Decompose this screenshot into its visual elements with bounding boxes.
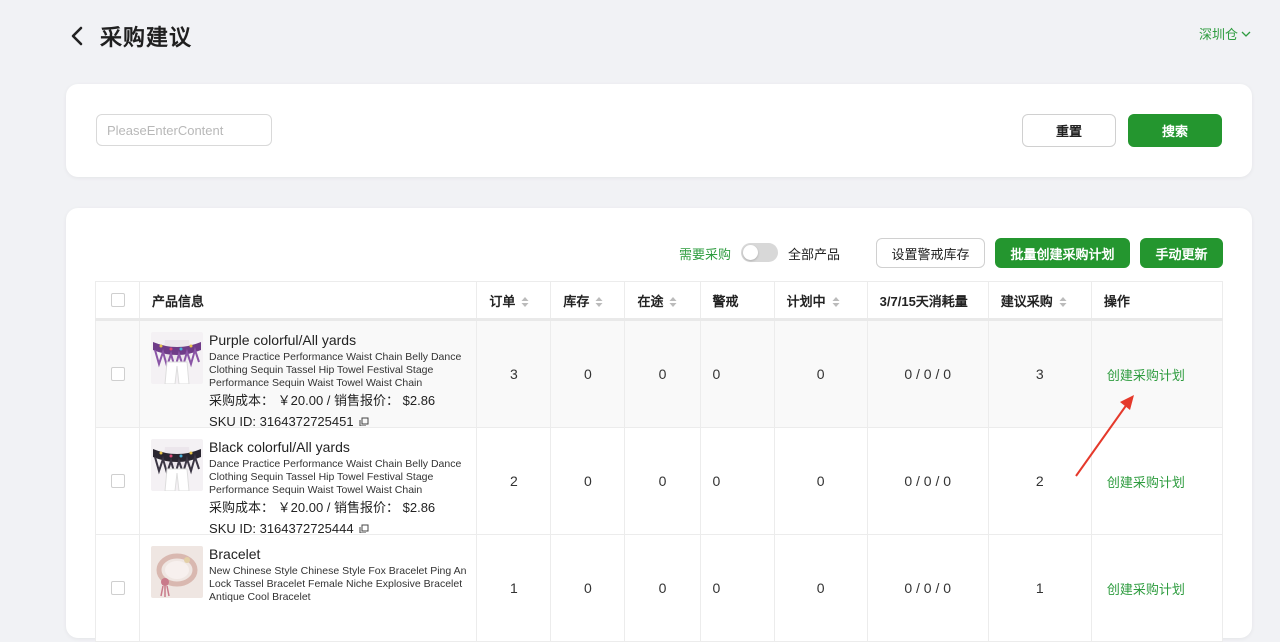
product-cost: 采购成本： ￥20.00 / 销售报价： $2.86 [209, 499, 436, 515]
stock-cell: 0 [550, 319, 626, 428]
consumption-cell: 0 / 0 / 0 [866, 427, 989, 535]
product-thumbnail [151, 439, 204, 491]
column-header: 产品信息 [139, 281, 478, 321]
create-plan-link[interactable]: 创建采购计划 [1093, 475, 1185, 490]
sku-text: SKU ID: 3164372725444 [209, 521, 354, 533]
suggested-cell: 1 [987, 534, 1092, 642]
product-description: Dance Practice Performance Waist Chain B… [209, 350, 462, 389]
manual-update-button[interactable]: 手动更新 [1140, 238, 1223, 268]
sort-icon[interactable] [1059, 296, 1067, 308]
purchase-filter-toggle[interactable] [741, 243, 778, 262]
transit-cell: 0 [624, 534, 701, 642]
product-description: New Chinese Style Chinese Style Fox Brac… [209, 564, 467, 603]
alert-cell: 0 [699, 427, 775, 535]
table-row: Purple colorful/All yards Dance Practice… [94, 319, 1224, 428]
stock-cell: 0 [550, 427, 626, 535]
sku-text: SKU ID: 3164372725451 [209, 414, 354, 426]
column-header-suggested[interactable]: 建议采购 [987, 281, 1092, 321]
product-info: Purple colorful/All yards Dance Practice… [141, 322, 475, 426]
search-input[interactable] [96, 114, 272, 146]
product-name: Black colorful/All yards [209, 439, 350, 455]
product-info: Black colorful/All yards Dance Practice … [141, 429, 475, 533]
select-all-checkbox[interactable] [110, 293, 125, 307]
suggested-cell: 3 [987, 319, 1092, 428]
sort-icon[interactable] [521, 296, 529, 308]
page-title: 采购建议 [100, 25, 193, 50]
table-row: Bracelet New Chinese Style Chinese Style… [94, 534, 1224, 642]
all-products-label: 全部产品 [788, 247, 841, 262]
planned-cell: 0 [773, 534, 868, 642]
sort-icon[interactable] [832, 296, 840, 308]
product-name: Bracelet [209, 546, 261, 562]
row-checkbox[interactable] [110, 474, 125, 488]
create-plan-link[interactable]: 创建采购计划 [1093, 582, 1185, 597]
consumption-cell: 0 / 0 / 0 [866, 534, 989, 642]
top-bar: 采购建议 深圳仓 [0, 0, 1280, 70]
alert-cell: 0 [699, 319, 775, 428]
column-header-action: 操作 [1090, 281, 1224, 321]
column-header-transit[interactable]: 在途 [624, 281, 701, 321]
column-header-consumption: 3/7/15天消耗量 [866, 281, 989, 321]
batch-create-plan-button[interactable]: 批量创建采购计划 [995, 238, 1130, 268]
back-arrow-icon[interactable] [68, 24, 88, 48]
chevron-down-icon [1241, 31, 1251, 37]
warehouse-selector[interactable]: 深圳仓 [1199, 24, 1252, 43]
column-header-planned[interactable]: 计划中 [773, 281, 868, 321]
set-alert-stock-button[interactable]: 设置警戒库存 [876, 238, 985, 268]
row-checkbox[interactable] [110, 581, 125, 595]
toggle-knob [743, 245, 758, 260]
transit-cell: 0 [624, 427, 701, 535]
planned-cell: 0 [773, 427, 868, 535]
suggestion-table: 产品信息 订单 库存 在途 警戒 计划中 3/7/15天消耗量 建议采购 操作 [94, 281, 1224, 642]
column-header-stock[interactable]: 库存 [550, 281, 626, 321]
consumption-cell: 0 / 0 / 0 [866, 319, 989, 428]
orders-cell: 3 [476, 319, 552, 428]
product-info: Bracelet New Chinese Style Chinese Style… [141, 536, 475, 640]
suggestion-table-panel: 需要采购 全部产品 设置警戒库存 批量创建采购计划 手动更新 产品信息 订单 库… [66, 208, 1252, 642]
column-header-alert: 警戒 [699, 281, 775, 321]
product-thumbnail [151, 546, 204, 598]
orders-cell: 2 [476, 427, 552, 535]
create-plan-link[interactable]: 创建采购计划 [1093, 368, 1185, 383]
product-cost: 采购成本： ￥20.00 / 销售报价： $2.86 [209, 392, 436, 408]
transit-cell: 0 [624, 319, 701, 428]
alert-cell: 0 [699, 534, 775, 642]
need-purchase-label: 需要采购 [679, 247, 732, 262]
suggested-cell: 2 [987, 427, 1092, 535]
sort-icon[interactable] [595, 296, 603, 308]
reset-button[interactable]: 重置 [1022, 114, 1116, 147]
search-button[interactable]: 搜索 [1128, 114, 1222, 147]
product-name: Purple colorful/All yards [209, 332, 357, 348]
product-sku: SKU ID: 3164372725451 [209, 414, 467, 426]
copy-icon[interactable] [359, 524, 369, 533]
search-panel: 重置 搜索 [66, 84, 1252, 177]
table-header-row: 产品信息 订单 库存 在途 警戒 计划中 3/7/15天消耗量 建议采购 操作 [94, 281, 1224, 321]
stock-cell: 0 [550, 534, 626, 642]
row-checkbox[interactable] [110, 367, 125, 381]
product-sku: SKU ID: 3164372725444 [209, 521, 467, 533]
planned-cell: 0 [773, 319, 868, 428]
orders-cell: 1 [476, 534, 552, 642]
warehouse-label: 深圳仓 [1198, 27, 1238, 42]
column-header-orders[interactable]: 订单 [476, 281, 552, 321]
copy-icon[interactable] [359, 417, 369, 426]
sort-icon[interactable] [669, 296, 677, 308]
product-description: Dance Practice Performance Waist Chain B… [209, 457, 462, 496]
product-thumbnail [151, 332, 204, 384]
table-row: Black colorful/All yards Dance Practice … [94, 427, 1224, 535]
